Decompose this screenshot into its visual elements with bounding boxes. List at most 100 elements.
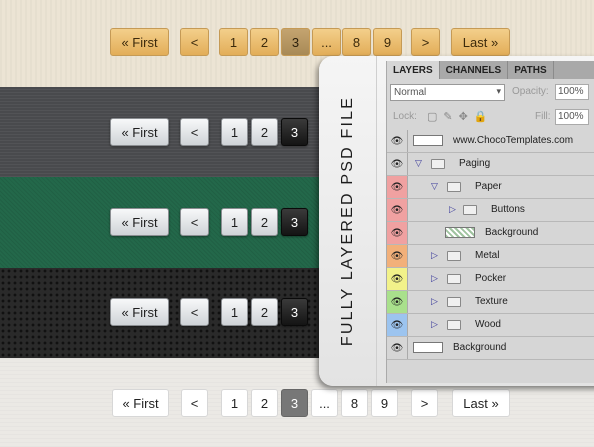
opacity-label: Opacity: [512, 86, 549, 97]
first-button[interactable]: « First [110, 28, 169, 56]
layer-name: Buttons [491, 204, 525, 215]
layer-name: Paging [459, 158, 491, 169]
collapse-triangle-icon[interactable]: ▷ [431, 319, 438, 330]
panel-tabs: LAYERS CHANNELS PATHS [387, 61, 594, 79]
layer-name: www.ChocoTemplates.com [453, 135, 574, 146]
prev-button[interactable]: < [180, 28, 209, 56]
page-button[interactable]: 9 [371, 389, 398, 417]
first-button[interactable]: « First [110, 298, 169, 326]
page-button[interactable]: 1 [221, 118, 248, 146]
opacity-field[interactable]: 100% [555, 84, 589, 100]
layer-name: Paper [475, 181, 502, 192]
prev-button[interactable]: < [180, 118, 209, 146]
page-button[interactable]: 2 [251, 208, 278, 236]
folder-icon [431, 159, 445, 169]
current-page-button[interactable]: 3 [281, 208, 308, 236]
eye-icon[interactable]: 👁 [387, 291, 408, 313]
layer-row[interactable]: 👁 Background [387, 337, 594, 360]
current-page-button[interactable]: 3 [281, 28, 310, 56]
folder-icon [447, 274, 461, 284]
ellipsis: ... [312, 28, 341, 56]
page-button[interactable]: 1 [219, 28, 248, 56]
lock-controls: Lock: ▢ ✎ ✥ 🔒 Fill: 100% [387, 106, 594, 128]
eye-icon[interactable]: 👁 [387, 222, 408, 244]
folder-icon [447, 320, 461, 330]
current-page-button[interactable]: 3 [281, 389, 308, 417]
page-button[interactable]: 1 [221, 389, 248, 417]
first-button[interactable]: « First [110, 208, 169, 236]
lock-label: Lock: [393, 111, 417, 122]
page-button[interactable]: 2 [250, 28, 279, 56]
page-button[interactable]: 2 [251, 298, 278, 326]
eye-icon[interactable]: 👁 [387, 130, 408, 152]
collapse-triangle-icon[interactable]: ▷ [431, 250, 438, 261]
layer-row[interactable]: 👁 www.ChocoTemplates.com [387, 130, 594, 153]
layer-name: Wood [475, 319, 501, 330]
layer-name: Texture [475, 296, 508, 307]
expand-triangle-icon[interactable]: ▽ [431, 181, 438, 192]
layer-name: Metal [475, 250, 500, 261]
prev-button[interactable]: < [180, 298, 209, 326]
prev-button[interactable]: < [180, 208, 209, 236]
blend-mode-select[interactable]: Normal ▾ [390, 84, 505, 101]
layer-row[interactable]: 👁 ▷ Wood [387, 314, 594, 337]
layers-panel: LAYERS CHANNELS PATHS Normal ▾ Opacity: … [386, 61, 594, 383]
fill-label: Fill: [535, 111, 551, 122]
layer-row[interactable]: 👁 ▽ Paging [387, 153, 594, 176]
layer-thumbnail [413, 342, 443, 353]
psd-side-label: FULLY LAYERED PSD FILE [339, 95, 356, 347]
expand-triangle-icon[interactable]: ▽ [415, 158, 422, 169]
layer-name: Background [485, 227, 539, 238]
psd-side-strip: FULLY LAYERED PSD FILE [319, 56, 377, 386]
first-button[interactable]: « First [110, 118, 169, 146]
folder-icon [447, 297, 461, 307]
folder-icon [447, 182, 461, 192]
collapse-triangle-icon[interactable]: ▷ [431, 273, 438, 284]
page-button[interactable]: 8 [342, 28, 371, 56]
eye-icon[interactable]: 👁 [387, 268, 408, 290]
prev-button[interactable]: < [181, 389, 208, 417]
eye-icon[interactable]: 👁 [387, 314, 408, 336]
tab-layers[interactable]: LAYERS [387, 61, 440, 79]
layer-row[interactable]: 👁 ▷ Buttons [387, 199, 594, 222]
layer-row[interactable]: 👁 Background [387, 222, 594, 245]
page-button[interactable]: 1 [221, 208, 248, 236]
tab-channels[interactable]: CHANNELS [440, 61, 509, 79]
layer-row[interactable]: 👁 ▷ Texture [387, 291, 594, 314]
ellipsis: ... [311, 389, 338, 417]
page-button[interactable]: 2 [251, 389, 278, 417]
eye-icon[interactable]: 👁 [387, 176, 408, 198]
next-button[interactable]: > [411, 28, 440, 56]
page-button[interactable]: 9 [373, 28, 402, 56]
fill-field[interactable]: 100% [555, 109, 589, 125]
eye-icon[interactable]: 👁 [387, 337, 408, 359]
lock-icons: ▢ ✎ ✥ 🔒 [427, 110, 488, 123]
chevron-down-icon: ▾ [496, 86, 501, 96]
eye-icon[interactable]: 👁 [387, 199, 408, 221]
layer-row[interactable]: 👁 ▽ Paper [387, 176, 594, 199]
eye-icon[interactable]: 👁 [387, 245, 408, 267]
last-button[interactable]: Last » [451, 28, 510, 56]
lock-position-icon[interactable]: ✥ [459, 110, 468, 123]
lock-all-icon[interactable]: 🔒 [474, 110, 488, 123]
page-button[interactable]: 8 [341, 389, 368, 417]
lock-brush-icon[interactable]: ✎ [443, 110, 452, 123]
collapse-triangle-icon[interactable]: ▷ [449, 204, 456, 215]
blend-mode-value: Normal [394, 87, 427, 98]
blend-controls: Normal ▾ Opacity: 100% [387, 81, 594, 103]
lock-transparency-icon[interactable]: ▢ [427, 110, 437, 123]
page-button[interactable]: 2 [251, 118, 278, 146]
last-button[interactable]: Last » [452, 389, 510, 417]
first-button[interactable]: « First [112, 389, 169, 417]
current-page-button[interactable]: 3 [281, 298, 308, 326]
layer-list: 👁 www.ChocoTemplates.com 👁 ▽ Paging 👁 ▽ … [387, 130, 594, 360]
page-button[interactable]: 1 [221, 298, 248, 326]
layer-row[interactable]: 👁 ▷ Pocker [387, 268, 594, 291]
layer-row[interactable]: 👁 ▷ Metal [387, 245, 594, 268]
tab-paths[interactable]: PATHS [508, 61, 554, 79]
eye-icon[interactable]: 👁 [387, 153, 408, 175]
next-button[interactable]: > [411, 389, 438, 417]
psd-layers-card: FULLY LAYERED PSD FILE LAYERS CHANNELS P… [319, 56, 594, 386]
collapse-triangle-icon[interactable]: ▷ [431, 296, 438, 307]
current-page-button[interactable]: 3 [281, 118, 308, 146]
